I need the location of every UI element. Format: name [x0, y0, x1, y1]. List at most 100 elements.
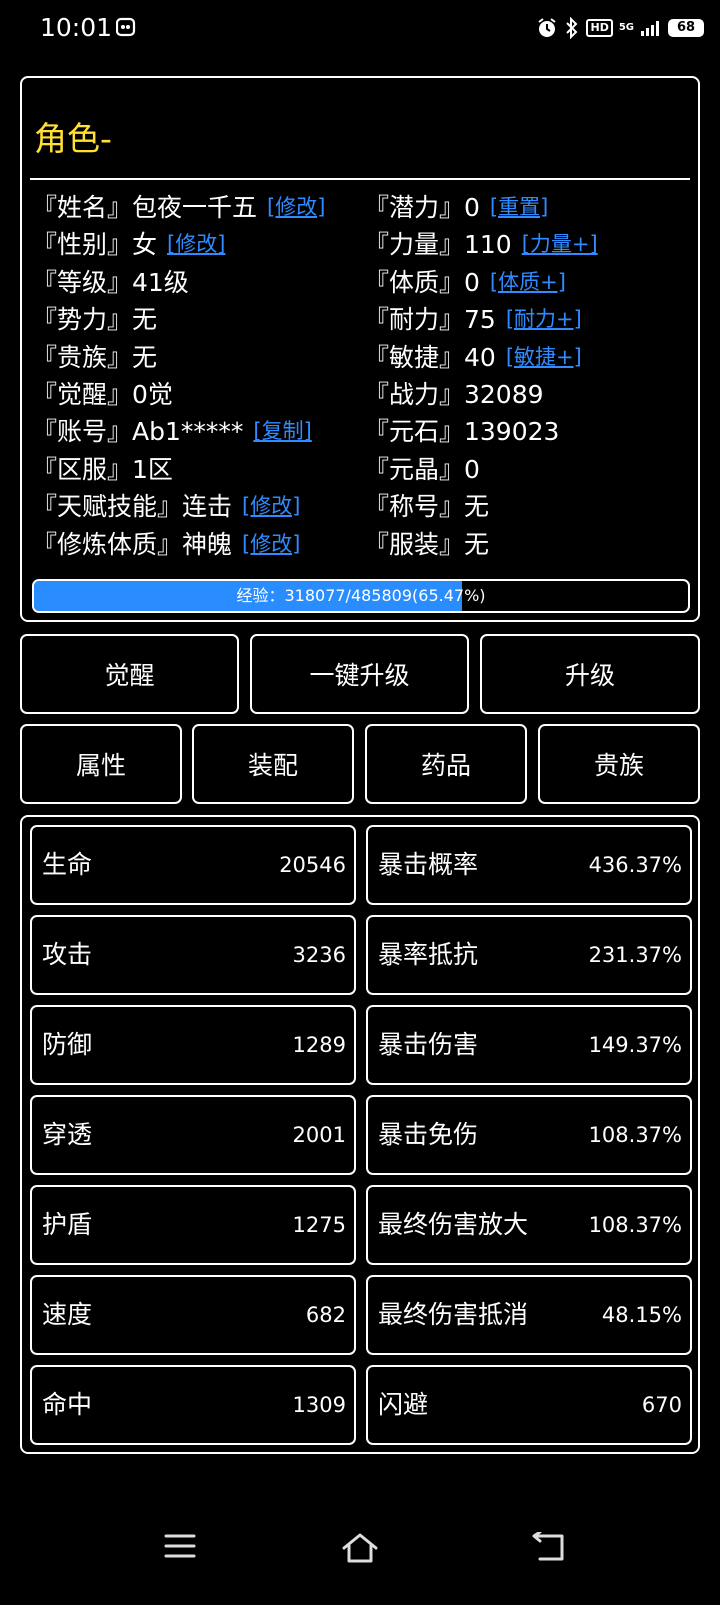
info-action-link[interactable]: [修改]: [242, 490, 300, 520]
stat-cell: 暴击伤害 149.37%: [366, 1005, 692, 1085]
stat-name: 暴击概率: [378, 850, 479, 879]
stat-name: 暴率抵抗: [378, 940, 479, 969]
right-info-row: 『体质』0 [体质+]: [364, 263, 566, 299]
stat-cell: 命中 1309: [30, 1365, 356, 1445]
stat-value: 108.37%: [588, 1213, 682, 1237]
info-label: 『战力』32089: [364, 380, 544, 409]
info-label: 『敏捷』40: [364, 342, 496, 372]
stat-name: 速度: [42, 1300, 93, 1329]
status-time: 10:01: [40, 13, 113, 42]
stat-value: 670: [641, 1393, 682, 1417]
info-label: 『体质』0: [364, 267, 480, 297]
info-label: 『天赋技能』连击: [32, 492, 233, 522]
left-info-row: 『等级』41级: [32, 263, 189, 299]
status-bar: 10:01 HD 5G 68: [0, 0, 720, 58]
stat-value: 1289: [292, 1033, 346, 1057]
title-divider: [30, 178, 690, 180]
stat-value: 149.37%: [588, 1033, 682, 1057]
stats-panel: 生命 20546 攻击 3236 防御 1289 穿透 2001 护盾 1275 速度 682 命中 13…: [20, 815, 700, 1454]
stat-cell: 暴率抵抗 231.37%: [366, 915, 692, 995]
tab-equipment[interactable]: 装配: [192, 724, 354, 804]
info-action-link[interactable]: [敏捷+]: [506, 341, 582, 371]
info-action-link[interactable]: [修改]: [167, 228, 225, 258]
stat-name: 最终伤害放大: [378, 1210, 529, 1239]
home-icon[interactable]: [340, 1532, 380, 1564]
stat-name: 暴击免伤: [378, 1120, 479, 1149]
right-info-row: 『耐力』75 [耐力+]: [364, 300, 582, 336]
right-info-row: 『称号』无: [364, 487, 489, 523]
right-info-row: 『战力』32089: [364, 375, 544, 411]
info-label: 『势力』无: [32, 305, 158, 335]
back-icon[interactable]: [532, 1532, 566, 1562]
stat-value: 436.37%: [588, 853, 682, 877]
info-action-link[interactable]: [修改]: [242, 528, 300, 558]
info-label: 『修炼体质』神魄: [32, 529, 233, 559]
info-action-link[interactable]: [重置]: [490, 191, 548, 221]
stat-name: 最终伤害抵消: [378, 1300, 529, 1329]
info-label: 『贵族』无: [32, 342, 158, 372]
stat-cell: 穿透 2001: [30, 1095, 356, 1175]
stat-value: 231.37%: [588, 943, 682, 967]
stat-name: 护盾: [42, 1210, 93, 1239]
stat-name: 生命: [42, 850, 93, 879]
right-info-row: 『元晶』0: [364, 450, 480, 486]
stat-name: 命中: [42, 1390, 93, 1419]
tab-potions[interactable]: 药品: [365, 724, 527, 804]
stat-name: 攻击: [42, 940, 93, 969]
info-label: 『元石』139023: [364, 417, 560, 447]
right-info-row: 『元石』139023: [364, 412, 559, 448]
stat-cell: 最终伤害放大 108.37%: [366, 1185, 692, 1265]
character-panel: 角色- 『姓名』包夜一千五 [修改] 『性别』女 [修改] 『等级』41级 『势力』无 『贵…: [20, 76, 700, 622]
exp-progress-bar: 经验：318077/485809(65.47%): [32, 579, 690, 613]
left-info-row: 『觉醒』0觉: [32, 375, 173, 411]
stat-cell: 闪避 670: [366, 1365, 692, 1445]
stat-value: 48.15%: [601, 1303, 682, 1327]
info-label: 『耐力』75: [364, 305, 496, 335]
stat-name: 穿透: [42, 1120, 93, 1149]
network-type: 5G: [618, 22, 634, 33]
stat-cell: 护盾 1275: [30, 1185, 356, 1265]
left-info-row: 『天赋技能』连击 [修改]: [32, 487, 300, 523]
right-info-row: 『潜力』0 [重置]: [364, 188, 548, 224]
info-label: 『称号』无: [364, 492, 490, 522]
stat-name: 防御: [42, 1030, 93, 1059]
stat-value: 1275: [292, 1213, 346, 1237]
stat-value: 682: [305, 1303, 346, 1327]
stat-cell: 暴击免伤 108.37%: [366, 1095, 692, 1175]
stat-cell: 防御 1289: [30, 1005, 356, 1085]
info-label: 『潜力』0: [364, 193, 480, 222]
tab-attributes[interactable]: 属性: [20, 724, 182, 804]
info-label: 『等级』41级: [32, 267, 189, 297]
battery-indicator: 68: [668, 19, 704, 37]
left-info-row: 『修炼体质』神魄 [修改]: [32, 525, 300, 561]
stat-value: 3236: [292, 943, 346, 967]
right-info-row: 『服装』无: [364, 525, 489, 561]
left-info-row: 『贵族』无: [32, 338, 157, 374]
right-info-row: 『力量』110 [力量+]: [364, 225, 598, 261]
stat-name: 闪避: [378, 1390, 429, 1419]
info-action-link[interactable]: [修改]: [267, 191, 325, 221]
alarm-icon: [538, 18, 557, 37]
menu-icon[interactable]: [164, 1532, 196, 1560]
info-label: 『姓名』包夜一千五: [32, 193, 258, 222]
awaken-button[interactable]: 觉醒: [20, 634, 239, 714]
info-action-link[interactable]: [耐力+]: [506, 303, 582, 333]
stat-name: 暴击伤害: [378, 1030, 479, 1059]
left-info-row: 『势力』无: [32, 300, 157, 336]
upgrade-button[interactable]: 升级: [480, 634, 700, 714]
one-key-upgrade-button[interactable]: 一键升级: [250, 634, 469, 714]
info-action-link[interactable]: [力量+]: [522, 228, 598, 258]
tab-noble[interactable]: 贵族: [538, 724, 700, 804]
info-action-link[interactable]: [复制]: [253, 415, 311, 445]
info-label: 『觉醒』0觉: [32, 380, 173, 409]
info-action-link[interactable]: [体质+]: [490, 266, 566, 296]
left-info-row: 『性别』女 [修改]: [32, 225, 225, 261]
info-label: 『力量』110: [364, 230, 512, 260]
hd-badge: HD: [586, 19, 613, 37]
stat-value: 20546: [279, 853, 346, 877]
stat-value: 2001: [292, 1123, 346, 1147]
signal-icon: [641, 21, 659, 36]
left-info-row: 『区服』1区: [32, 450, 173, 486]
stat-cell: 速度 682: [30, 1275, 356, 1355]
panel-title: 角色-: [34, 119, 112, 158]
